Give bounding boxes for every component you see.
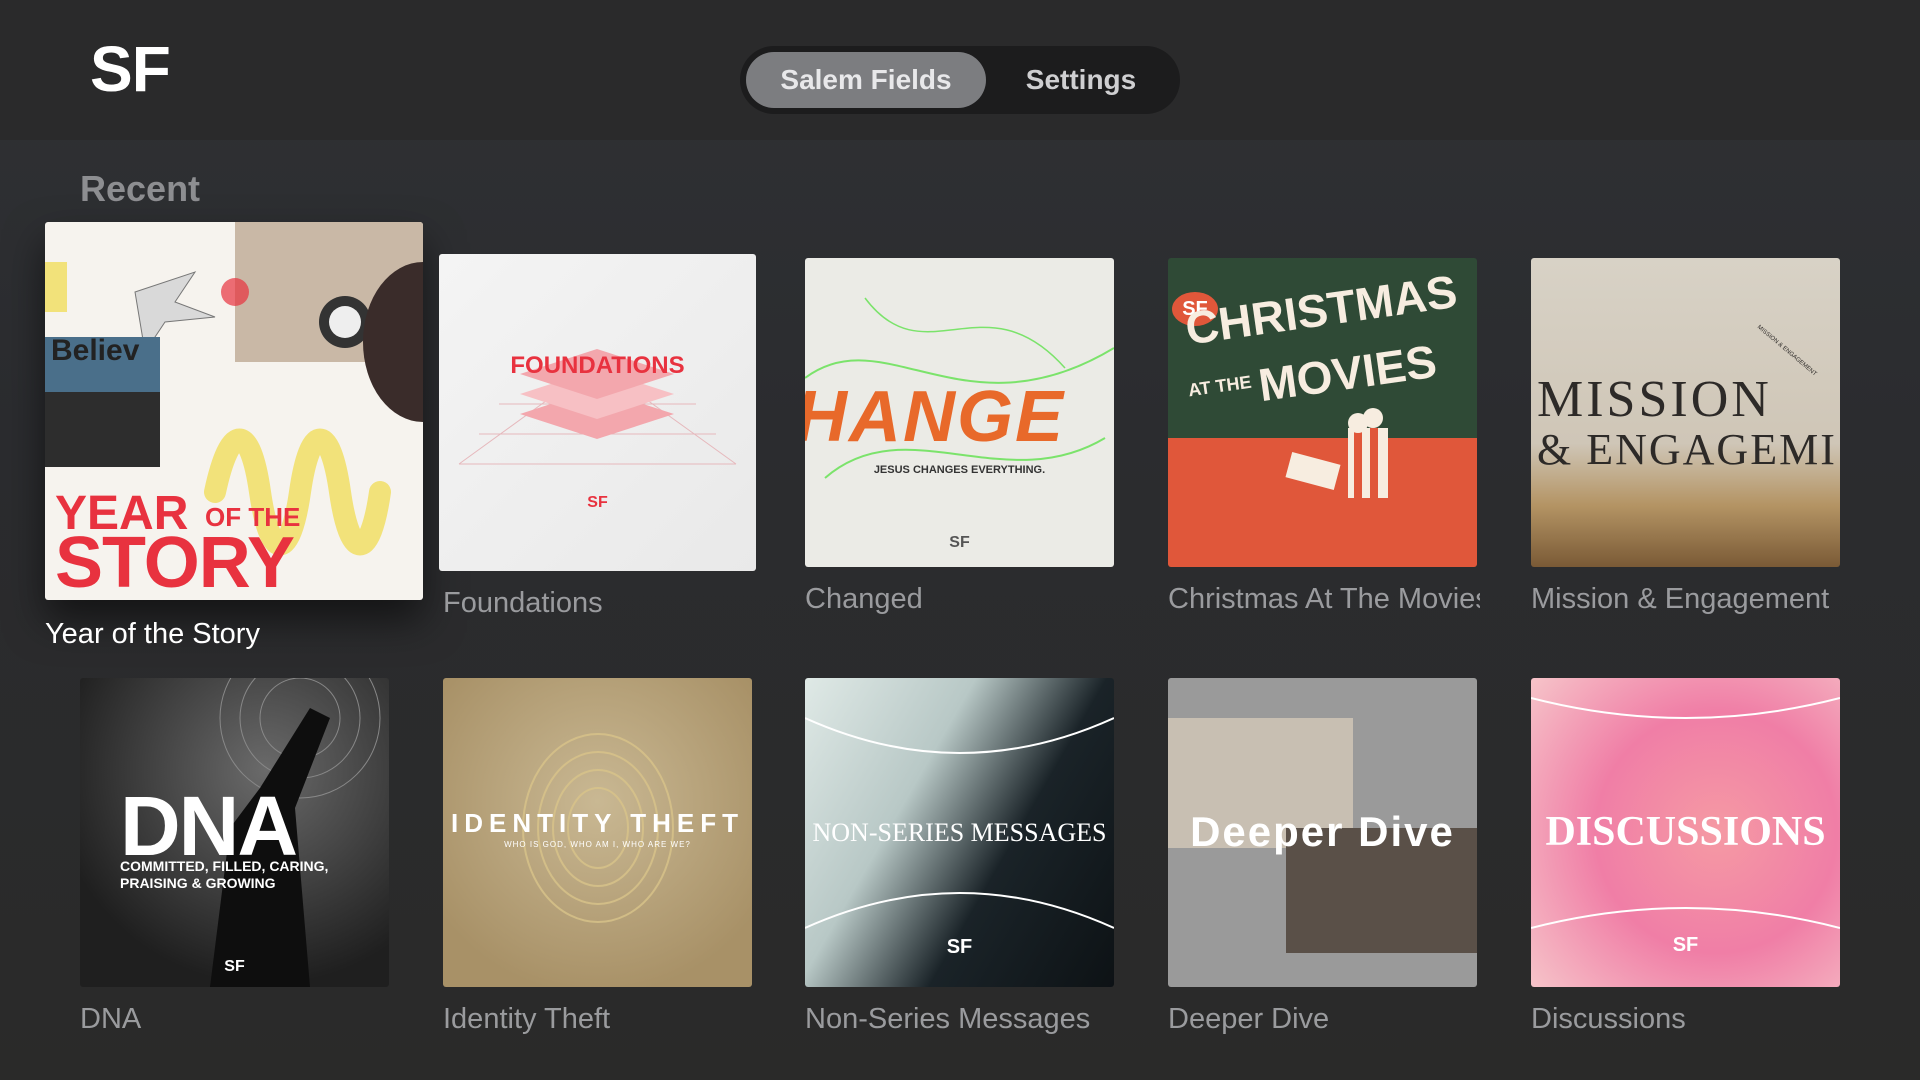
art-non-series-heading: NON-SERIES MESSAGES	[812, 818, 1107, 847]
tab-bar: Salem Fields Settings	[740, 46, 1180, 114]
art-story-text: STORY	[55, 523, 295, 600]
art-engagement-heading: & ENGAGEMI	[1537, 425, 1837, 474]
art-mission-heading: MISSION	[1537, 371, 1772, 428]
tile-title: Mission & Engagement	[1531, 583, 1830, 615]
top-bar: SF Salem Fields Settings	[0, 0, 1920, 140]
art-discussions-heading: DISCUSSIONS	[1545, 809, 1826, 855]
art-believe-text: Believ	[51, 334, 140, 367]
art-foundations-heading: FOUNDATIONS	[510, 352, 685, 379]
tile-title: Christmas At The Movies	[1168, 583, 1480, 615]
artwork-year-of-the-story: Believ YEAR OF THE STORY	[45, 222, 423, 600]
artwork-identity-theft: IDENTITY THEFT WHO IS GOD, WHO AM I, WHO…	[443, 678, 752, 987]
artwork-christmas-at-the-movies: SF CHRISTMAS AT THE MOVIES	[1168, 258, 1477, 567]
artwork-discussions: DISCUSSIONS SF	[1531, 678, 1840, 987]
artwork-non-series-messages: NON-SERIES MESSAGES SF	[805, 678, 1114, 987]
artwork-changed: HANGE JESUS CHANGES EVERYTHING. SF	[805, 258, 1114, 567]
art-dna-line1: COMMITTED, FILLED, CARING,	[120, 858, 329, 874]
tile-title: Identity Theft	[443, 1003, 611, 1035]
artwork-mission-engagement: MISSION & ENGAGEMI MISSION & ENGAGEMENT	[1531, 258, 1840, 567]
art-deeper-dive-heading: Deeper Dive	[1190, 808, 1455, 855]
popcorn-graphic	[1285, 408, 1388, 498]
art-sf-mark: SF	[949, 534, 970, 551]
tile-title: Foundations	[443, 587, 603, 619]
tile-title: Deeper Dive	[1168, 1003, 1330, 1035]
artwork-foundations: FOUNDATIONS SF	[439, 254, 756, 571]
tab-settings[interactable]: Settings	[996, 52, 1166, 108]
tile-title: Year of the Story	[45, 618, 260, 650]
art-sf-mark: SF	[946, 936, 973, 958]
art-dna-line2: PRAISING & GROWING	[120, 875, 276, 891]
artwork-dna: DNA COMMITTED, FILLED, CARING, PRAISING …	[80, 678, 389, 987]
tab-salem-fields[interactable]: Salem Fields	[746, 52, 986, 108]
art-sf-mark: SF	[587, 494, 608, 511]
art-changed-heading: HANGE	[805, 377, 1066, 457]
art-identity-heading: IDENTITY THEFT	[451, 808, 744, 838]
art-sf-mark: SF	[1672, 934, 1699, 956]
art-changed-tagline: JESUS CHANGES EVERYTHING.	[873, 464, 1046, 476]
tile-title: Discussions	[1531, 1003, 1686, 1035]
tile-title: Non-Series Messages	[805, 1003, 1091, 1035]
section-title-recent: Recent	[80, 168, 201, 209]
tile-title: Changed	[805, 583, 923, 615]
layers-graphic	[458, 349, 737, 465]
artwork-deeper-dive: Deeper Dive	[1168, 678, 1477, 987]
app-logo: SF	[90, 33, 171, 105]
tile-title: DNA	[80, 1003, 142, 1035]
art-identity-tagline: WHO IS GOD, WHO AM I, WHO ARE WE?	[504, 840, 691, 849]
art-sf-mark: SF	[224, 958, 245, 975]
